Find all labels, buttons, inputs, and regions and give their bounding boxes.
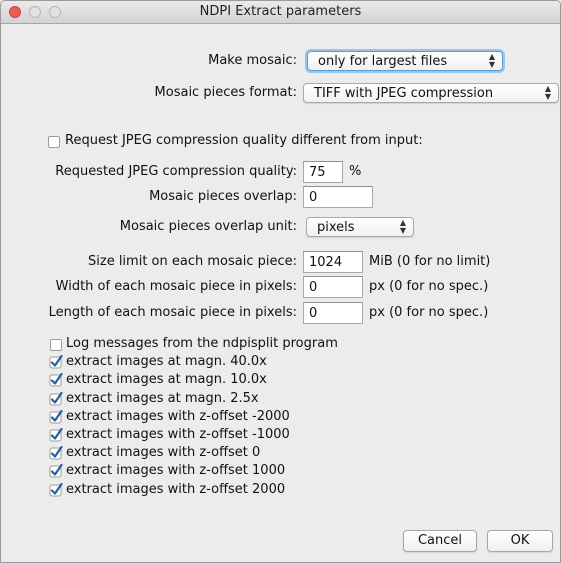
size-limit-input[interactable]: 1024 <box>303 251 363 273</box>
option-checkbox[interactable] <box>49 427 63 442</box>
request-quality-label: Request JPEG compression quality differe… <box>65 133 423 148</box>
option-checkbox[interactable] <box>49 409 63 424</box>
ok-button[interactable]: OK <box>487 530 553 552</box>
option-checkbox[interactable] <box>49 391 63 406</box>
option-label: extract images with z-offset 2000 <box>66 482 286 497</box>
title-bar: NDPI Extract parameters <box>1 1 560 24</box>
overlap-label: Mosaic pieces overlap: <box>149 189 297 204</box>
option-checkbox[interactable] <box>49 445 63 460</box>
option-label: extract images with z-offset -2000 <box>66 409 290 424</box>
option-checkbox[interactable] <box>49 463 63 478</box>
overlap-unit-label: Mosaic pieces overlap unit: <box>119 219 297 234</box>
make-mosaic-value: only for largest files <box>318 54 448 69</box>
option-label: extract images at magn. 40.0x <box>66 354 267 369</box>
option-label: extract images with z-offset 0 <box>66 445 261 460</box>
option-label: extract images with z-offset -1000 <box>66 427 290 442</box>
checkmark-icon <box>49 409 63 424</box>
size-limit-hint: MiB (0 for no limit) <box>369 254 491 269</box>
request-quality-checkbox[interactable] <box>48 136 60 148</box>
popup-arrows-icon: ▲ ▼ <box>399 218 406 235</box>
checkmark-icon <box>49 445 63 460</box>
make-mosaic-label: Make mosaic: <box>208 53 297 68</box>
window-title: NDPI Extract parameters <box>199 4 362 19</box>
overlap-input[interactable]: 0 <box>303 186 373 208</box>
checkmark-icon <box>49 372 63 387</box>
popup-arrows-icon: ▲ ▼ <box>488 52 495 69</box>
checkmark-icon <box>49 463 63 478</box>
checkmark-icon <box>49 391 63 406</box>
jpeg-quality-unit: % <box>349 164 362 179</box>
jpeg-quality-input[interactable]: 75 <box>303 161 343 183</box>
size-limit-label: Size limit on each mosaic piece: <box>88 254 297 269</box>
option-checkbox[interactable] <box>49 354 63 369</box>
width-input[interactable]: 0 <box>303 276 363 298</box>
cancel-button[interactable]: Cancel <box>403 530 477 552</box>
width-hint: px (0 for no spec.) <box>369 279 489 294</box>
width-label: Width of each mosaic piece in pixels: <box>55 279 297 294</box>
length-input[interactable]: 0 <box>303 302 363 324</box>
overlap-unit-value: pixels <box>317 220 355 235</box>
length-label: Length of each mosaic piece in pixels: <box>48 305 297 320</box>
option-label: extract images with z-offset 1000 <box>66 463 286 478</box>
checkmark-icon <box>49 482 63 497</box>
popup-arrows-icon: ▲ ▼ <box>544 84 551 101</box>
checkmark-icon <box>49 354 63 369</box>
option-label: extract images at magn. 2.5x <box>66 391 259 406</box>
dialog-window: NDPI Extract parameters Make mosaic: onl… <box>0 0 561 563</box>
pieces-format-label: Mosaic pieces format: <box>154 85 297 100</box>
option-label: extract images at magn. 10.0x <box>66 372 267 387</box>
checkmark-icon <box>49 427 63 442</box>
overlap-unit-select[interactable]: pixels ▲ ▼ <box>306 217 414 237</box>
jpeg-quality-label: Requested JPEG compression quality: <box>55 164 297 179</box>
option-label: Log messages from the ndpisplit program <box>66 336 338 351</box>
length-hint: px (0 for no spec.) <box>369 305 489 320</box>
make-mosaic-select[interactable]: only for largest files ▲ ▼ <box>307 51 503 71</box>
pieces-format-value: TIFF with JPEG compression <box>314 86 494 101</box>
option-checkbox[interactable] <box>49 372 63 387</box>
option-checkbox[interactable] <box>50 339 62 351</box>
option-checkbox[interactable] <box>49 482 63 497</box>
pieces-format-select[interactable]: TIFF with JPEG compression ▲ ▼ <box>303 83 559 103</box>
